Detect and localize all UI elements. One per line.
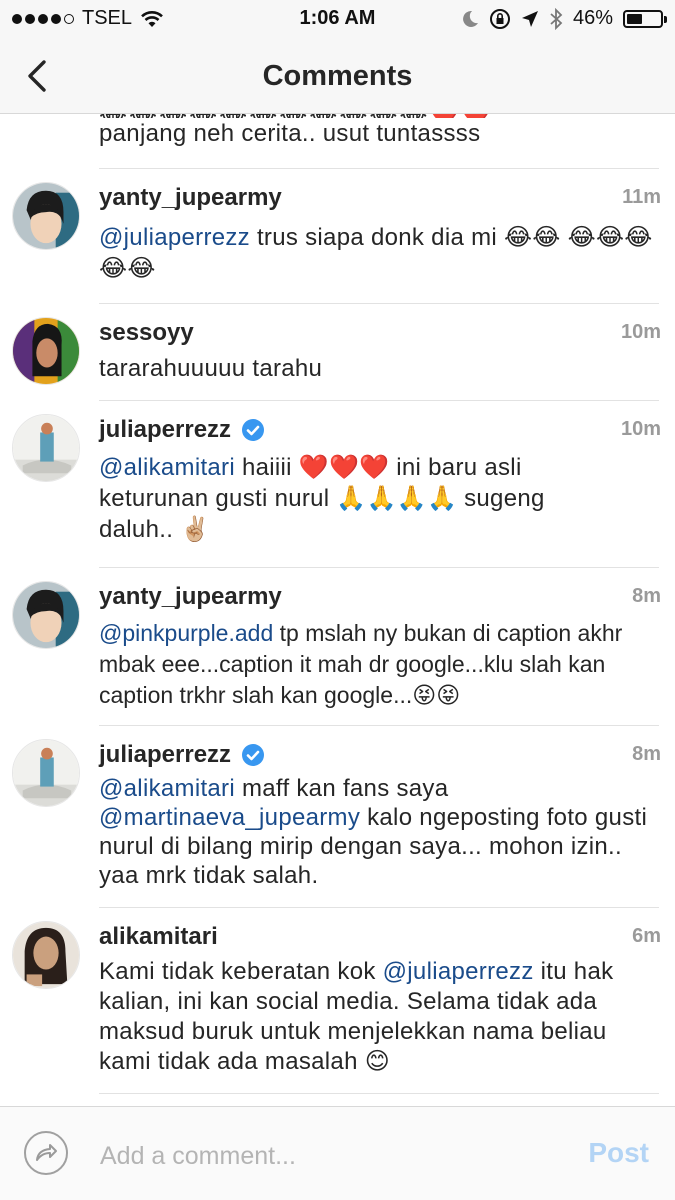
nav-bar: Comments xyxy=(0,38,675,114)
comment-timestamp: 6m xyxy=(632,925,661,947)
avatar[interactable] xyxy=(12,921,80,989)
comment-username[interactable]: juliaperrezz xyxy=(99,741,265,769)
comment-timestamp: 11m xyxy=(622,186,661,208)
divider xyxy=(99,400,659,401)
mention-link[interactable]: @alikamitari xyxy=(99,454,235,481)
comment-username[interactable]: yanty_jupearmy xyxy=(99,184,282,212)
comment-body: Kami tidak keberatan kok xyxy=(99,958,383,985)
mention-link[interactable]: @pinkpurple.add xyxy=(99,620,273,646)
comment-text: @juliaperrezz trus siapa donk dia mi 😂😂 … xyxy=(99,222,659,284)
partial-comment: 😂😂😂😂😂😂😂😂😂😂😂❤️❤️ panjang neh cerita.. usu… xyxy=(99,114,659,148)
comment-composer: Post xyxy=(0,1106,675,1200)
moon-icon xyxy=(463,10,478,27)
username-text[interactable]: juliaperrezz xyxy=(99,416,231,444)
divider xyxy=(99,303,659,304)
username-text[interactable]: yanty_jupearmy xyxy=(99,184,282,212)
verified-badge-icon xyxy=(242,744,265,766)
partial-comment-text: panjang neh cerita.. usut tuntassss xyxy=(99,120,481,147)
comment-body: maff kan fans saya xyxy=(235,775,449,802)
username-text[interactable]: sessoyy xyxy=(99,319,194,347)
rotation-lock-icon xyxy=(489,8,510,29)
page-title: Comments xyxy=(262,60,413,92)
comment-body: tararahuuuuu tarahu xyxy=(99,355,323,382)
divider xyxy=(99,1093,659,1094)
divider xyxy=(99,907,659,908)
divider xyxy=(99,567,659,568)
share-arrow-icon[interactable] xyxy=(24,1131,68,1175)
comment-text: tararahuuuuu tarahu xyxy=(99,353,659,384)
comments-list[interactable]: 😂😂😂😂😂😂😂😂😂😂😂❤️❤️ panjang neh cerita.. usu… xyxy=(0,114,675,1104)
comment-timestamp: 8m xyxy=(632,585,661,607)
mention-link[interactable]: @juliaperrezz xyxy=(383,958,534,985)
comment-timestamp: 10m xyxy=(620,321,661,343)
comment-username[interactable]: alikamitari xyxy=(99,923,218,951)
battery-percent: 46% xyxy=(572,7,613,29)
comment-timestamp: 8m xyxy=(632,743,661,765)
comment-text: @alikamitari maff kan fans saya @martinae… xyxy=(99,774,659,890)
comment-text: @pinkpurple.add tp mslah ny bukan di cap… xyxy=(99,618,659,711)
username-text[interactable]: alikamitari xyxy=(99,923,218,951)
location-arrow-icon xyxy=(521,10,538,27)
avatar[interactable] xyxy=(12,182,80,250)
battery-fill xyxy=(627,13,642,24)
bluetooth-icon xyxy=(550,7,563,30)
avatar[interactable] xyxy=(12,739,80,807)
avatar[interactable] xyxy=(12,414,80,482)
divider xyxy=(99,725,659,726)
status-bar: TSEL 1:06 AM 46% xyxy=(0,0,675,38)
battery-icon xyxy=(623,9,667,28)
comment-username[interactable]: sessoyy xyxy=(99,319,194,347)
comment-text: Kami tidak keberatan kok @juliaperrezz i… xyxy=(99,957,644,1077)
status-right: 46% xyxy=(461,7,667,30)
username-text[interactable]: juliaperrezz xyxy=(99,741,231,769)
avatar[interactable] xyxy=(12,317,80,385)
divider xyxy=(99,168,659,169)
avatar[interactable] xyxy=(12,581,80,649)
comment-username[interactable]: juliaperrezz xyxy=(99,416,265,444)
post-button[interactable]: Post xyxy=(588,1137,649,1169)
comment-timestamp: 10m xyxy=(620,418,661,440)
partial-comment-emojis: 😂😂😂😂😂😂😂😂😂😂😂❤️❤️ xyxy=(99,114,659,118)
verified-badge-icon xyxy=(242,419,265,441)
comment-input[interactable] xyxy=(98,1135,562,1177)
mention-link[interactable]: @martinaeva_jupearmy xyxy=(99,804,360,831)
comment-text: @alikamitari haiiii ❤️❤️❤️ ini baru asli… xyxy=(99,452,599,545)
mention-link[interactable]: @juliaperrezz xyxy=(99,224,250,251)
comment-username[interactable]: yanty_jupearmy xyxy=(99,583,282,611)
mention-link[interactable]: @alikamitari xyxy=(99,775,235,802)
username-text[interactable]: yanty_jupearmy xyxy=(99,583,282,611)
